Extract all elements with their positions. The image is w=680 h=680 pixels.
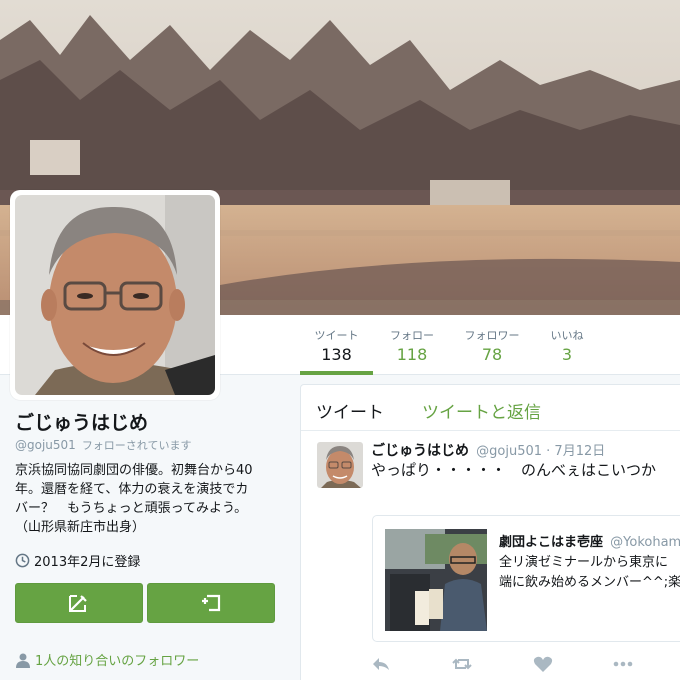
nav-likes-label: いいね — [550, 329, 584, 342]
heart-icon[interactable] — [533, 655, 553, 673]
nav-likes-count: 3 — [561, 345, 573, 364]
tab-tweets-and-replies[interactable]: ツイートと返信 — [422, 398, 541, 423]
nav-likes[interactable]: いいね 3 — [540, 315, 594, 375]
quoted-text-line: 端に飲み始めるメンバー^^;楽 — [499, 575, 680, 590]
quoted-author-handle: @Yokoham — [610, 535, 680, 550]
quoted-tweet-image — [385, 529, 487, 631]
quoted-tweet[interactable]: 劇団よこはま壱座 @Yokoham 全リ演ゼミナールから東京に 端に飲み始めるメ… — [372, 515, 680, 642]
joined-date: 2013年2月に登録 — [15, 551, 140, 570]
clock-icon — [15, 553, 30, 568]
profile-bio: 京浜協同協同劇団の俳優。初舞台から40 年。還暦を経て、体力の衰えを演技でカ バ… — [15, 461, 290, 537]
tweet-avatar[interactable] — [317, 442, 363, 488]
person-icon — [16, 653, 30, 668]
retweet-icon[interactable] — [452, 655, 472, 673]
tab-tweets[interactable]: ツイート — [316, 398, 384, 423]
timeline-tabs: ツイート ツイートと返信 — [301, 385, 680, 431]
quoted-tweet-header: 劇団よこはま壱座 @Yokoham — [499, 531, 680, 550]
tweet-author-name[interactable]: ごじゅうはじめ — [371, 443, 469, 459]
quoted-tweet-text: 全リ演ゼミナールから東京に 端に飲み始めるメンバー^^;楽 — [499, 553, 680, 593]
nav-following-count: 118 — [396, 345, 428, 364]
profile-name: ごじゅうはじめ — [15, 412, 149, 434]
nav-tweets-count: 138 — [321, 345, 352, 364]
reply-icon[interactable] — [371, 655, 391, 673]
nav-followers-label: フォロワー — [464, 329, 520, 342]
tweet-date[interactable]: · 7月12日 — [546, 444, 605, 459]
tweet-to-button[interactable] — [15, 583, 143, 623]
tweet-author-handle[interactable]: @goju501 — [476, 444, 542, 459]
bio-line: （山形県新庄市出身） — [15, 520, 146, 535]
profile-handle[interactable]: @goju501 — [15, 438, 76, 452]
timeline-panel: ツイート ツイートと返信 ごじゅうはじめ @goju501 · 7月12日 やっ… — [300, 384, 680, 680]
follows-you-badge: フォローされています — [81, 439, 192, 452]
known-followers-text: 1人の知り合いのフォロワー — [35, 654, 200, 669]
profile-page: ツイート 138 フォロー 118 フォロワー 78 いいね 3 ごじゅうはじめ… — [0, 0, 680, 680]
nav-tweets-label: ツイート — [314, 329, 359, 342]
quoted-author-name: 劇団よこはま壱座 — [499, 535, 604, 550]
nav-tweets[interactable]: ツイート 138 — [300, 315, 373, 375]
quoted-text-line: 全リ演ゼミナールから東京に — [499, 555, 669, 570]
retweet-box-icon — [202, 594, 221, 612]
nav-following[interactable]: フォロー 118 — [378, 315, 446, 375]
tweet-header: ごじゅうはじめ @goju501 · 7月12日 — [371, 440, 605, 460]
more-icon[interactable] — [613, 655, 633, 673]
profile-handle-line: @goju501 フォローされています — [15, 437, 191, 453]
known-followers-link[interactable]: 1人の知り合いのフォロワー — [15, 650, 199, 669]
bio-line: 年。還暦を経て、体力の衰えを演技でカ — [15, 482, 249, 497]
profile-avatar[interactable] — [10, 190, 220, 400]
compose-icon — [69, 595, 87, 612]
bio-line: 京浜協同協同劇団の俳優。初舞台から40 — [15, 463, 253, 478]
joined-text: 2013年2月に登録 — [34, 555, 141, 570]
nav-followers[interactable]: フォロワー 78 — [455, 315, 529, 375]
nav-followers-count: 78 — [481, 345, 503, 364]
nav-following-label: フォロー — [390, 329, 434, 342]
bio-line: バー？ もうちょっと頑張ってみよう。 — [15, 501, 248, 516]
tweet-text: やっぱり・・・・・ のんべぇはこいつか — [371, 461, 657, 479]
tweet-actions — [301, 653, 680, 677]
message-button[interactable] — [147, 583, 275, 623]
